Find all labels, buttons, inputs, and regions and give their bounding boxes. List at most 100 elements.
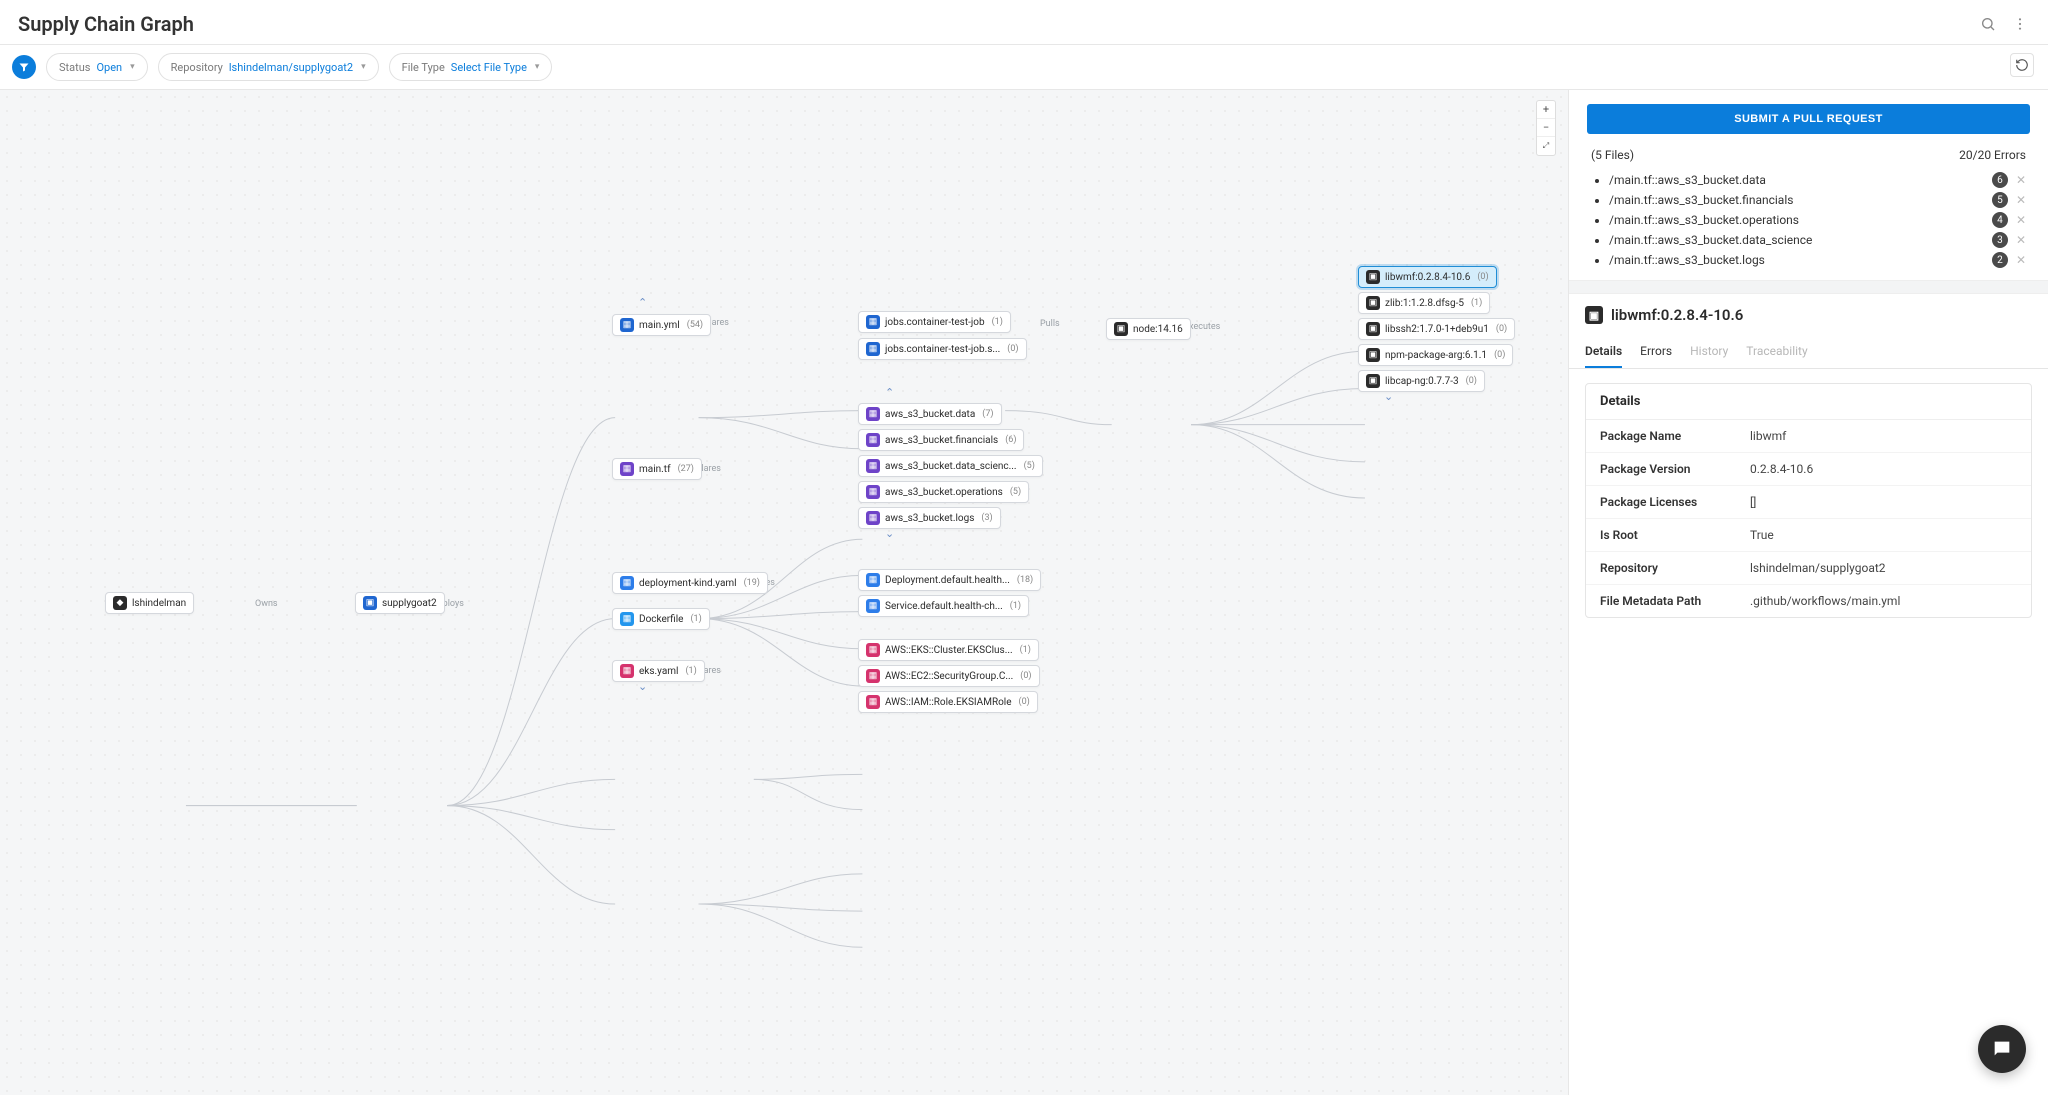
node-label: aws_s3_bucket.data_scienc... [885,461,1017,472]
resource-icon: ▦ [866,643,880,657]
graph-node-tf[interactable]: ▦ aws_s3_bucket.financials (6) [858,429,1024,451]
node-label: aws_s3_bucket.data [885,409,975,420]
node-count: (5) [1024,461,1035,471]
node-label: npm-package-arg:6.1.1 [1385,350,1487,361]
errors-count: 20/20 Errors [1959,148,2026,162]
graph-node-tf[interactable]: ▦ aws_s3_bucket.data_scienc... (5) [858,455,1043,477]
node-label: deployment-kind.yaml [639,578,737,589]
submit-pull-request-button[interactable]: SUBMIT A PULL REQUEST [1587,104,2030,134]
node-label: eks.yaml [639,666,678,677]
repository-filter[interactable]: Repository lshindelman/supplygoat2 ▾ [158,53,379,81]
zoom-in-button[interactable]: + [1537,101,1555,119]
zoom-controls: + − ⤢ [1536,100,1556,156]
graph-node-tf[interactable]: ▦ aws_s3_bucket.data (7) [858,403,1002,425]
edge-label-pulls: Pulls [1040,319,1060,329]
tab-details[interactable]: Details [1585,338,1622,368]
node-label: zlib:1:1.2.8.dfsg-5 [1385,298,1464,309]
node-count: (54) [687,320,703,330]
graph-node-cfn[interactable]: ▦ AWS::EKS::Cluster.EKSClus... (1) [858,639,1039,661]
close-icon[interactable]: ✕ [2016,213,2026,227]
node-count: (18) [1017,575,1033,585]
graph-node-owner[interactable]: ◆ lshindelman [105,592,194,614]
repo-label: Repository [171,61,223,74]
file-list-item[interactable]: /main.tf::aws_s3_bucket.logs 2 ✕ [1609,250,2026,270]
package-icon: ▣ [1366,270,1380,284]
node-count: (1) [1020,645,1031,655]
close-icon[interactable]: ✕ [2016,193,2026,207]
expand-toggle[interactable]: ⌄ [885,527,894,540]
graph-node-tf[interactable]: ▦ aws_s3_bucket.operations (5) [858,481,1029,503]
graph-node-job[interactable]: ▦ jobs.container-test-job.s... (0) [858,338,1027,360]
search-icon[interactable] [1978,14,1998,34]
graph-node-k8s[interactable]: ▦ Deployment.default.health... (18) [858,569,1041,591]
filetype-filter[interactable]: File Type Select File Type ▾ [389,53,553,81]
graph-node-package[interactable]: ▣ npm-package-arg:6.1.1 (0) [1358,344,1513,366]
file-list: /main.tf::aws_s3_bucket.data 6 ✕ /main.t… [1591,170,2026,270]
close-icon[interactable]: ✕ [2016,173,2026,187]
tab-traceability: Traceability [1746,338,1807,368]
status-filter[interactable]: Status Open ▾ [46,53,148,81]
selected-node-title: libwmf:0.2.8.4-10.6 [1611,306,1743,324]
graph-node-repo[interactable]: ▣ supplygoat2 [355,592,445,614]
graph-node-tf[interactable]: ▦ aws_s3_bucket.logs (3) [858,507,1001,529]
node-label: libwmf:0.2.8.4-10.6 [1385,272,1470,283]
graph-node-maintf[interactable]: ▦ main.tf (27) [612,458,702,480]
error-count-chip: 5 [1992,192,2008,208]
file-path: /main.tf::aws_s3_bucket.financials [1609,193,1793,207]
graph-node-image[interactable]: ▣ node:14.16 [1106,318,1191,340]
graph-node-depkind[interactable]: ▦ deployment-kind.yaml (19) [612,572,768,594]
chevron-down-icon: ▾ [535,62,540,72]
node-count: (7) [982,409,993,419]
details-section: Details Package Name libwmf Package Vers… [1585,383,2032,618]
expand-toggle[interactable]: ⌄ [638,680,647,693]
filter-toggle-icon[interactable] [12,55,36,79]
zoom-fit-button[interactable]: ⤢ [1537,137,1555,155]
file-list-item[interactable]: /main.tf::aws_s3_bucket.operations 4 ✕ [1609,210,2026,230]
file-list-item[interactable]: /main.tf::aws_s3_bucket.data_science 3 ✕ [1609,230,2026,250]
chevron-down-icon: ▾ [130,62,135,72]
node-count: (0) [1020,671,1031,681]
resource-icon: ▦ [866,342,880,356]
repo-value: lshindelman/supplygoat2 [229,61,353,74]
file-path: /main.tf::aws_s3_bucket.data [1609,173,1766,187]
reset-button[interactable] [2010,53,2034,77]
graph-node-eksyaml[interactable]: ▦ eks.yaml (1) [612,660,705,682]
graph-node-mainyml[interactable]: ▦ main.yml (54) [612,314,711,336]
node-label: jobs.container-test-job.s... [885,344,1000,355]
node-count: (5) [1010,487,1021,497]
detail-row: Package Version 0.2.8.4-10.6 [1586,453,2031,486]
graph-node-dockerfile[interactable]: ▦ Dockerfile (1) [612,608,710,630]
kebab-menu-icon[interactable] [2010,14,2030,34]
node-count: (0) [1494,350,1505,360]
detail-key: Package Name [1600,429,1750,443]
collapse-toggle[interactable]: ⌃ [638,296,647,309]
file-path: /main.tf::aws_s3_bucket.logs [1609,253,1765,267]
resource-icon: ▦ [866,573,880,587]
node-label: Deployment.default.health... [885,575,1010,586]
file-list-item[interactable]: /main.tf::aws_s3_bucket.financials 5 ✕ [1609,190,2026,210]
node-label: aws_s3_bucket.operations [885,487,1003,498]
tab-errors[interactable]: Errors [1640,338,1672,368]
help-chat-fab[interactable] [1978,1025,2026,1073]
graph-node-job[interactable]: ▦ jobs.container-test-job (1) [858,311,1011,333]
graph-node-package[interactable]: ▣ libssh2:1.7.0-1+deb9u1 (0) [1358,318,1515,340]
graph-canvas[interactable]: + − ⤢ [0,90,1568,1095]
graph-node-package-selected[interactable]: ▣ libwmf:0.2.8.4-10.6 (0) [1358,266,1497,288]
resource-icon: ▦ [866,407,880,421]
resource-icon: ▦ [866,511,880,525]
expand-toggle[interactable]: ⌄ [1384,390,1393,403]
graph-node-package[interactable]: ▣ zlib:1:1.2.8.dfsg-5 (1) [1358,292,1490,314]
detail-row: Package Name libwmf [1586,420,2031,453]
close-icon[interactable]: ✕ [2016,253,2026,267]
collapse-toggle[interactable]: ⌃ [885,386,894,399]
close-icon[interactable]: ✕ [2016,233,2026,247]
resource-icon: ▦ [866,599,880,613]
zoom-out-button[interactable]: − [1537,119,1555,137]
node-label: jobs.container-test-job [885,317,985,328]
graph-node-cfn[interactable]: ▦ AWS::EC2::SecurityGroup.C... (0) [858,665,1040,687]
file-list-item[interactable]: /main.tf::aws_s3_bucket.data 6 ✕ [1609,170,2026,190]
resource-icon: ▦ [866,695,880,709]
graph-node-cfn[interactable]: ▦ AWS::IAM::Role.EKSIAMRole (0) [858,691,1038,713]
graph-node-package[interactable]: ▣ libcap-ng:0.7.7-3 (0) [1358,370,1485,392]
graph-node-k8s[interactable]: ▦ Service.default.health-ch... (1) [858,595,1029,617]
